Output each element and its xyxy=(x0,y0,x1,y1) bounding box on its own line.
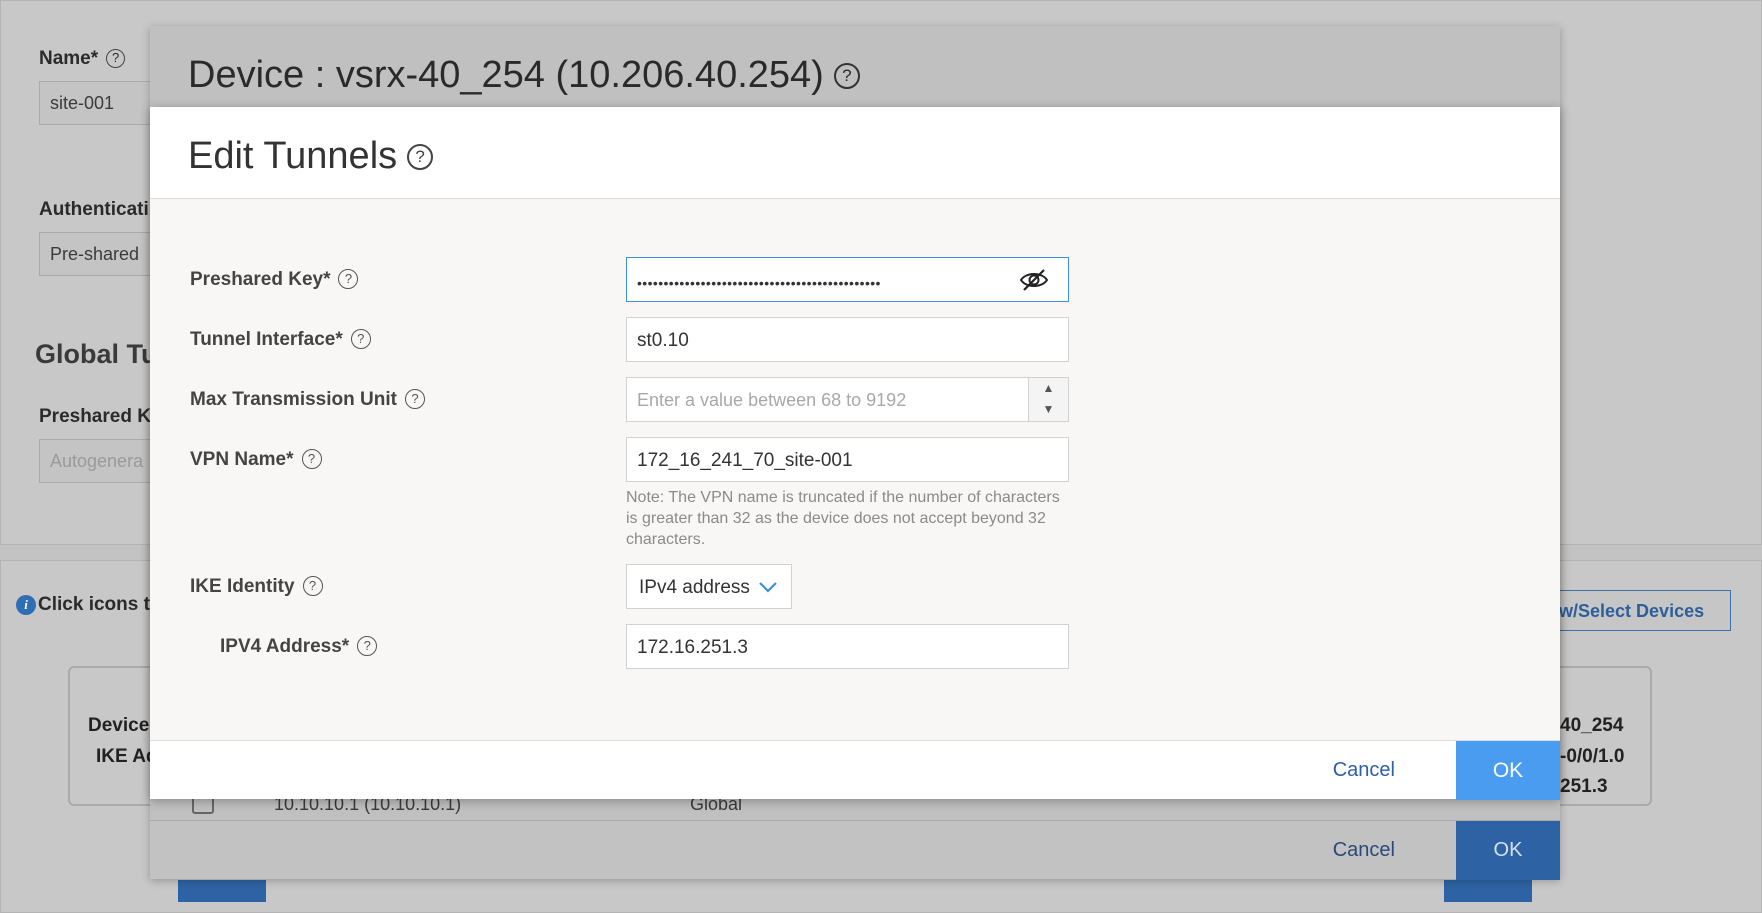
preshared-key-value: ••••••••••••••••••••••••••••••••••••••••… xyxy=(637,275,881,291)
stepper-down-icon[interactable]: ▼ xyxy=(1029,399,1068,420)
mtu-stepper[interactable]: ▲ ▼ xyxy=(1028,378,1068,421)
vpn-name-input[interactable]: 172_16_241_70_site-001 xyxy=(626,437,1069,482)
bg-auth-label: Authenticati xyxy=(39,199,149,220)
device-dialog-ok-button[interactable]: OK xyxy=(1456,821,1560,880)
info-icon: i xyxy=(16,595,36,615)
bg-global-heading: Global Tu xyxy=(35,339,158,369)
bg-right-value-1: 40_254 xyxy=(1560,715,1624,736)
help-icon[interactable]: ? xyxy=(833,63,860,89)
help-icon[interactable]: ? xyxy=(302,576,323,596)
mtu-placeholder: Enter a value between 68 to 9192 xyxy=(637,390,907,410)
help-icon[interactable]: ? xyxy=(338,269,359,289)
bg-auth-select: Pre-shared xyxy=(39,232,159,276)
cancel-button[interactable]: Cancel xyxy=(1333,759,1395,782)
preshared-key-label: Preshared Key*? xyxy=(190,269,359,291)
mtu-input[interactable]: Enter a value between 68 to 9192 ▲ ▼ xyxy=(626,377,1069,422)
modal-title: Edit Tunnels? xyxy=(188,135,434,178)
mtu-label: Max Transmission Unit? xyxy=(190,389,425,411)
chevron-down-icon xyxy=(758,577,778,597)
tunnel-interface-input[interactable]: st0.10 xyxy=(626,317,1069,362)
preshared-key-input[interactable]: ••••••••••••••••••••••••••••••••••••••••… xyxy=(626,257,1069,302)
device-dialog-title: Device : vsrx-40_254 (10.206.40.254)? xyxy=(188,54,860,97)
tunnel-interface-label: Tunnel Interface*? xyxy=(190,329,371,351)
device-dialog-footer: Cancel OK xyxy=(150,820,1560,880)
bg-blue-button-left xyxy=(178,880,266,902)
ipv4-address-label: IPV4 Address*? xyxy=(220,636,378,658)
bg-name-label: Name*? xyxy=(39,48,126,70)
bg-ike-label: IKE Ad xyxy=(96,746,158,767)
ike-identity-value: IPv4 address xyxy=(639,577,750,598)
eye-slash-icon[interactable] xyxy=(1018,267,1050,293)
bg-preshared-label: Preshared Ke xyxy=(39,406,162,427)
help-icon[interactable]: ? xyxy=(301,449,322,469)
bg-right-value-3: 251.3 xyxy=(1560,776,1608,797)
ipv4-address-input[interactable]: 172.16.251.3 xyxy=(626,624,1069,669)
bg-preshared-input: Autogenera xyxy=(39,439,159,483)
bg-right-value-2: -0/0/1.0 xyxy=(1560,746,1625,767)
modal-header: Edit Tunnels? xyxy=(150,107,1560,199)
view-select-devices-button[interactable]: ew/Select Devices xyxy=(1530,590,1731,631)
help-icon[interactable]: ? xyxy=(404,389,425,409)
ike-identity-select[interactable]: IPv4 address xyxy=(626,564,792,609)
bg-blue-button-right xyxy=(1444,880,1532,902)
bg-info-text: Click icons to xyxy=(38,594,162,615)
vpn-name-note: Note: The VPN name is truncated if the n… xyxy=(626,489,1060,548)
help-icon: ? xyxy=(106,49,126,68)
bg-device-label: Device xyxy=(88,715,150,736)
ike-identity-label: IKE Identity? xyxy=(190,576,323,598)
vpn-name-label: VPN Name*? xyxy=(190,449,322,471)
help-icon[interactable]: ? xyxy=(407,144,434,170)
help-icon[interactable]: ? xyxy=(357,636,378,656)
stepper-up-icon[interactable]: ▲ xyxy=(1029,378,1068,399)
modal-footer: Cancel OK xyxy=(150,740,1560,800)
ok-button[interactable]: OK xyxy=(1456,741,1560,800)
help-icon[interactable]: ? xyxy=(350,329,371,349)
device-dialog-cancel-button[interactable]: Cancel xyxy=(1333,839,1395,862)
bg-name-input: site-001 xyxy=(39,81,159,125)
edit-tunnels-modal: Edit Tunnels? Preshared Key*? ••••••••••… xyxy=(150,107,1560,800)
